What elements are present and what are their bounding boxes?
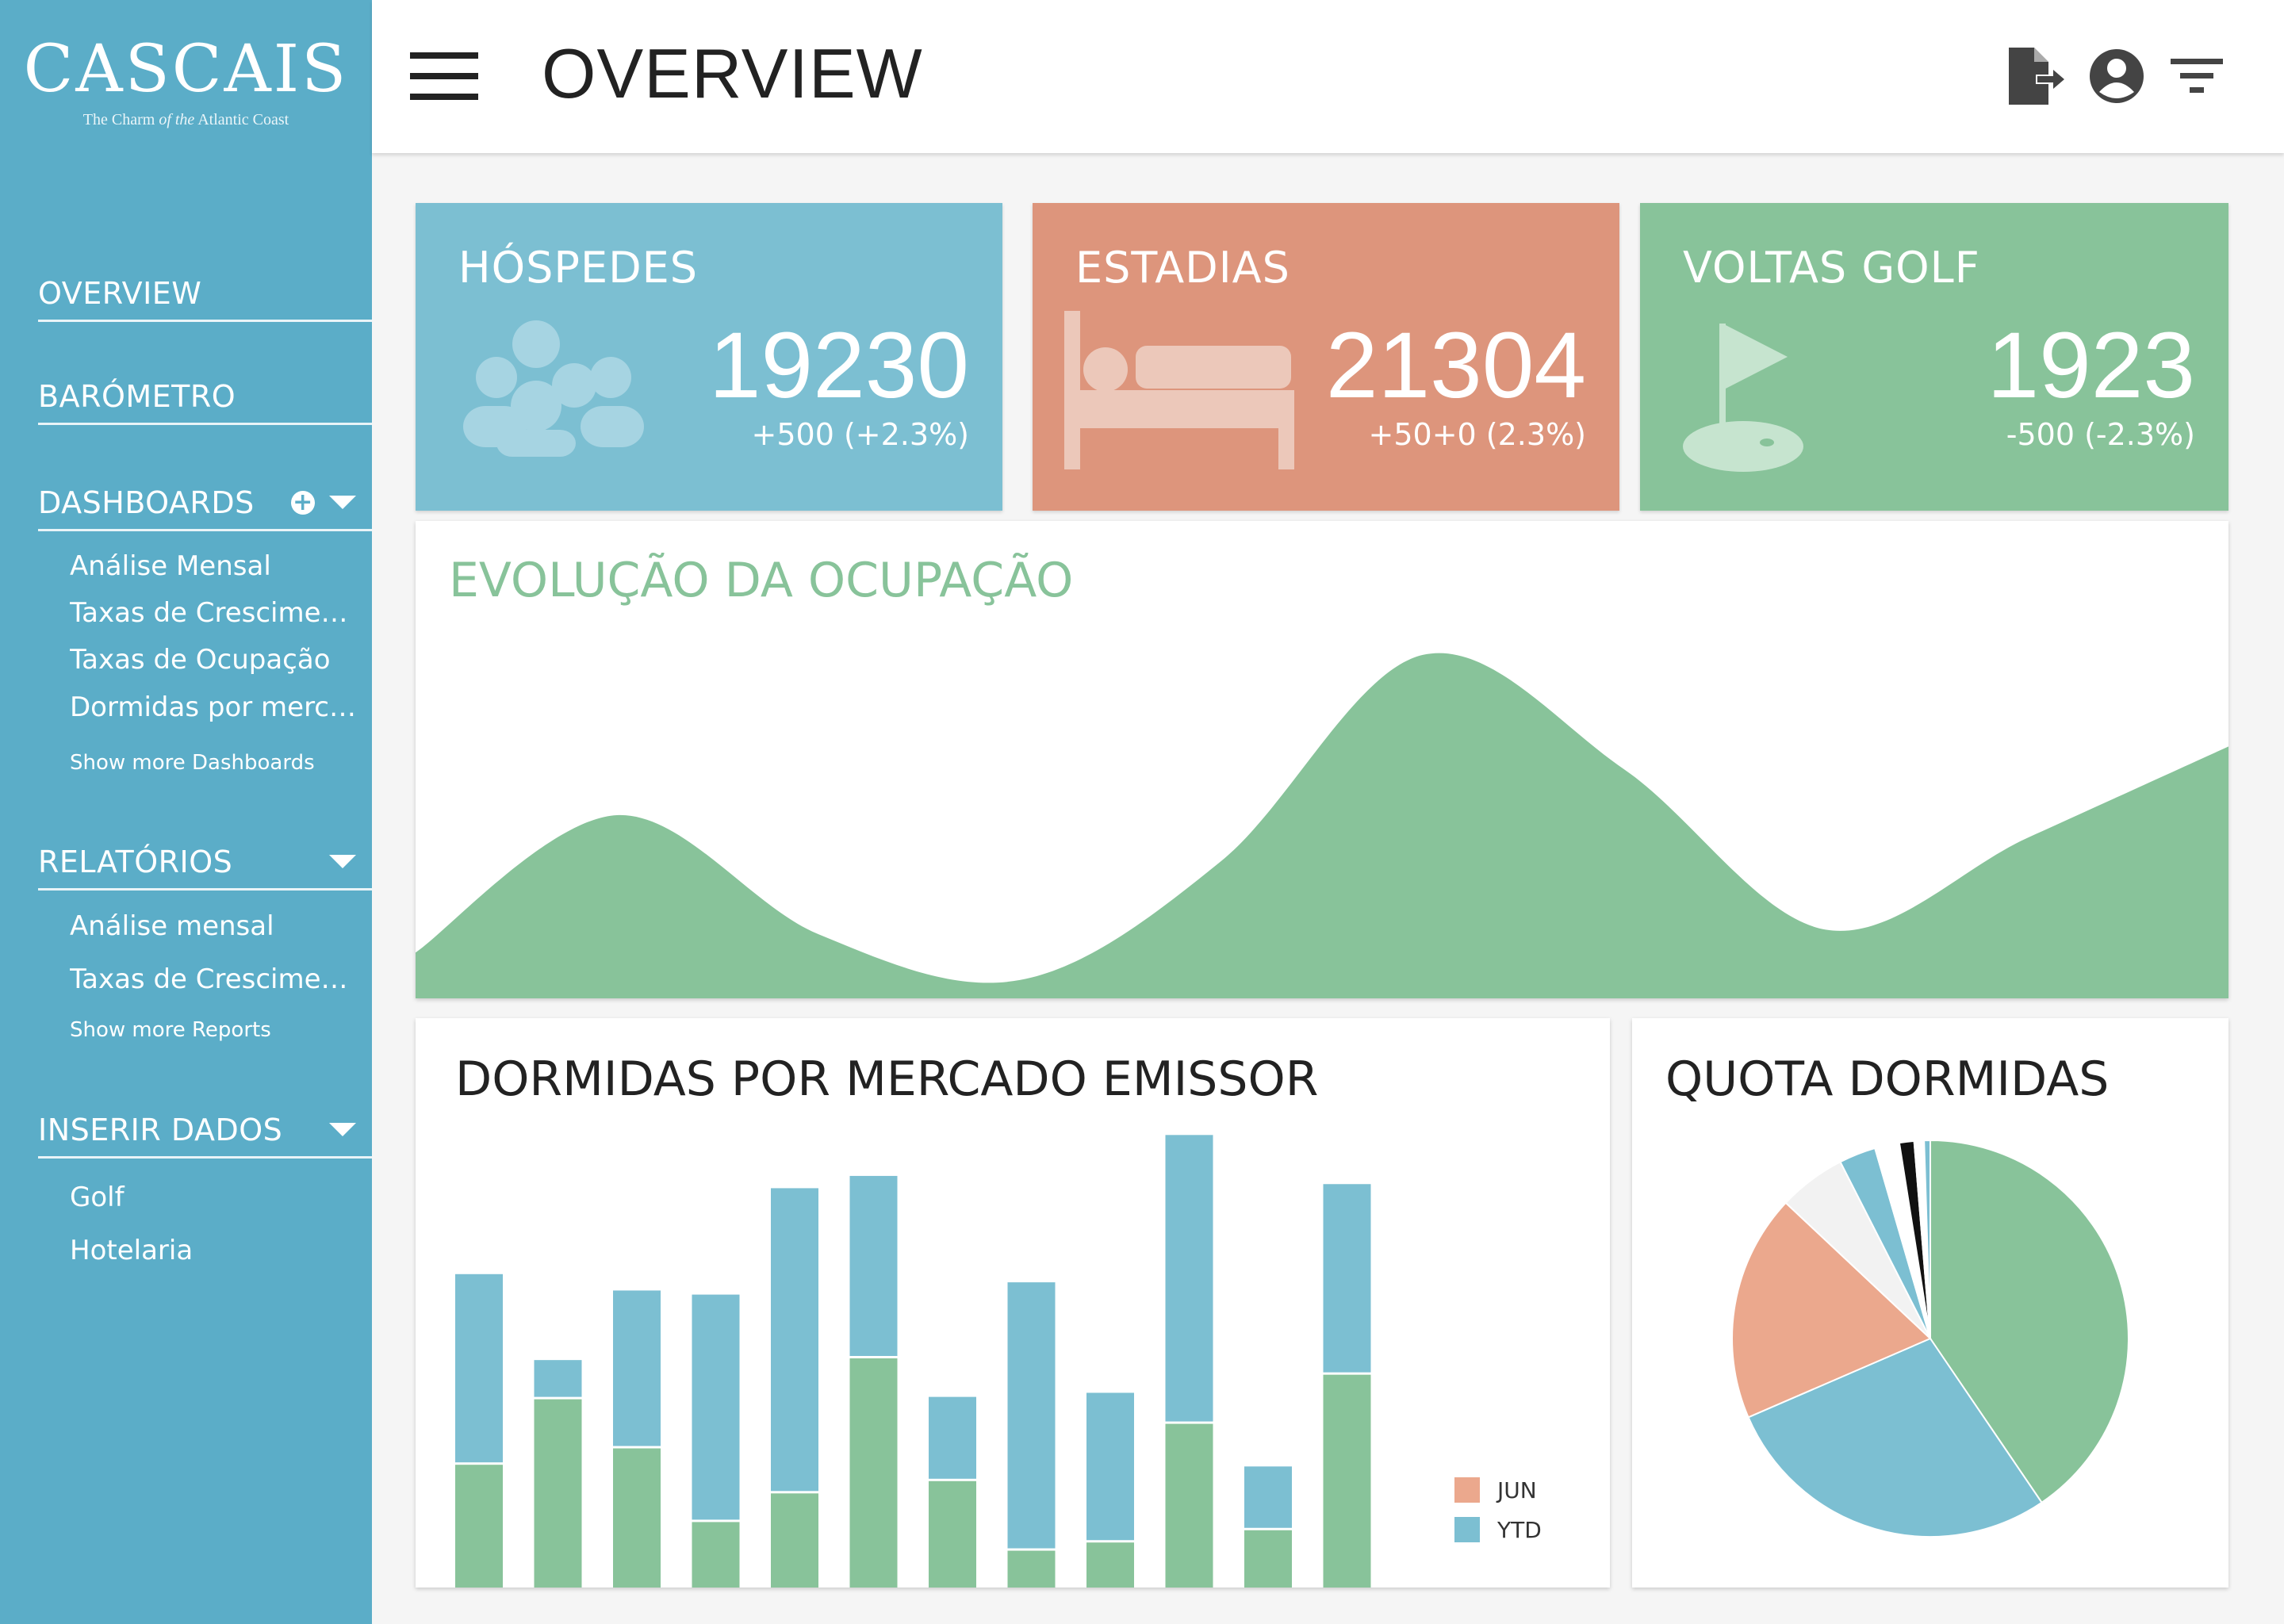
bar-jun[interactable] [613,1448,661,1588]
kpi-delta: +50+0 (2.3%) [1368,417,1586,452]
caret-down-icon[interactable] [329,855,356,868]
bar-jun[interactable] [1244,1530,1292,1588]
sidebar-item-hotelaria[interactable]: Hotelaria [70,1235,363,1266]
bar-ytd[interactable] [613,1290,661,1446]
nav-barometro[interactable]: BARÓMETRO [38,370,372,425]
kpi-title: ESTADIAS [1075,243,1290,293]
bar-ytd[interactable] [1086,1392,1134,1541]
export-file-icon[interactable] [2002,44,2066,108]
bar-jun[interactable] [1086,1542,1134,1588]
filter-icon[interactable] [2166,44,2229,108]
sidebar: CASCAIS The Charm of the Atlantic Coast … [0,0,372,1624]
bar-ytd[interactable] [534,1360,582,1397]
bar-jun[interactable] [534,1399,582,1588]
bar-ytd[interactable] [1244,1466,1292,1528]
bar-jun[interactable] [1007,1550,1056,1588]
kpi-card-voltas-golf[interactable]: VOLTAS GOLF 1923 -500 (-2.3%) [1640,203,2228,511]
show-more-reports-link[interactable]: Show more Reports [70,1018,271,1042]
kpi-card-hospedes[interactable]: HÓSPEDES 19230 +500 (+2.3%) [416,203,1002,511]
bar-chart [455,1135,1371,1588]
kpi-value: 1923 [1987,313,2195,418]
sidebar-item-analise-mensal[interactable]: Análise Mensal [70,550,363,582]
bar-ytd[interactable] [771,1188,818,1492]
sidebar-item-golf[interactable]: Golf [70,1182,363,1213]
bar-jun[interactable] [849,1358,898,1588]
bar-ytd[interactable] [849,1175,898,1356]
chart-legend: JUN YTD [1454,1470,1542,1549]
nav-inserir-dados-label: INSERIR DADOS [38,1112,283,1147]
nav-barometro-label: BARÓMETRO [38,378,236,414]
area-series [416,653,2228,998]
legend-label: JUN [1497,1477,1537,1503]
bar-jun[interactable] [1165,1423,1213,1588]
nav-relatorios-label: RELATÓRIOS [38,844,233,879]
kpi-delta: -500 (-2.3%) [2006,417,2195,452]
bar-ytd[interactable] [455,1274,503,1463]
sidebar-item-taxas-ocupacao[interactable]: Taxas de Ocupação [70,644,363,676]
golf-flag-icon [1683,324,1803,472]
people-group-icon [463,320,644,457]
legend-item-jun[interactable]: JUN [1454,1470,1542,1510]
show-more-dashboards-link[interactable]: Show more Dashboards [70,751,315,775]
bar-jun[interactable] [455,1465,503,1588]
bar-jun[interactable] [929,1480,976,1588]
kpi-value: 19230 [708,313,969,418]
sidebar-item-analise-mensal-report[interactable]: Análise mensal [70,910,363,942]
bar-jun[interactable] [771,1493,818,1588]
add-dashboard-icon[interactable]: + [291,490,315,515]
menu-icon[interactable] [410,52,478,100]
bar-ytd[interactable] [929,1396,976,1479]
nav-inserir-dados[interactable]: INSERIR DADOS [38,1103,372,1159]
bar-ytd[interactable] [1323,1184,1371,1373]
bar-jun[interactable] [1323,1374,1371,1588]
legend-swatch [1454,1477,1480,1503]
nav-overview-label: OVERVIEW [38,275,202,311]
cascais-logo[interactable]: CASCAIS The Charm of the Atlantic Coast [0,32,372,129]
sidebar-item-taxas-crescimento-report[interactable]: Taxas de Crescimento [70,963,363,995]
legend-item-ytd[interactable]: YTD [1454,1510,1542,1549]
caret-down-icon[interactable] [329,496,356,509]
quota-dormidas-panel: QUOTA DORMIDAS [1632,1018,2228,1588]
bar-ytd[interactable] [1165,1135,1213,1422]
kpi-card-estadias[interactable]: ESTADIAS 21304 +50+0 (2.3%) [1033,203,1619,511]
dormidas-mercado-panel: DORMIDAS POR MERCADO EMISSOR JUN YTD [416,1018,1610,1588]
legend-swatch [1454,1517,1480,1542]
nav-relatorios[interactable]: RELATÓRIOS [38,835,372,891]
bar-ytd[interactable] [1007,1282,1056,1549]
account-circle-icon[interactable] [2085,44,2148,108]
logo-tagline: The Charm of the Atlantic Coast [82,111,289,128]
sidebar-item-taxas-crescimento[interactable]: Taxas de Crescimento [70,597,363,629]
nav-dashboards[interactable]: DASHBOARDS + [38,476,372,531]
legend-label: YTD [1497,1516,1542,1543]
kpi-title: HÓSPEDES [458,243,699,293]
bar-jun[interactable] [692,1522,740,1588]
nav-dashboards-label: DASHBOARDS [38,485,255,520]
page-title: OVERVIEW [542,34,923,113]
bed-icon [1064,311,1294,469]
pie-chart [1731,1139,2129,1538]
sidebar-item-dormidas-mercado[interactable]: Dormidas por mercado [70,691,363,723]
kpi-delta: +500 (+2.3%) [751,417,969,452]
top-header: OVERVIEW [372,0,2284,153]
kpi-value: 21304 [1325,313,1586,418]
evolucao-ocupacao-panel: EVOLUÇÃO DA OCUPAÇÃO [416,521,2228,998]
logo-wordmark: CASCAIS [23,32,349,107]
area-chart [416,653,2228,998]
caret-down-icon[interactable] [329,1123,356,1136]
kpi-title: VOLTAS GOLF [1683,243,1980,293]
bar-ytd[interactable] [692,1294,740,1520]
nav-overview[interactable]: OVERVIEW [38,266,372,322]
